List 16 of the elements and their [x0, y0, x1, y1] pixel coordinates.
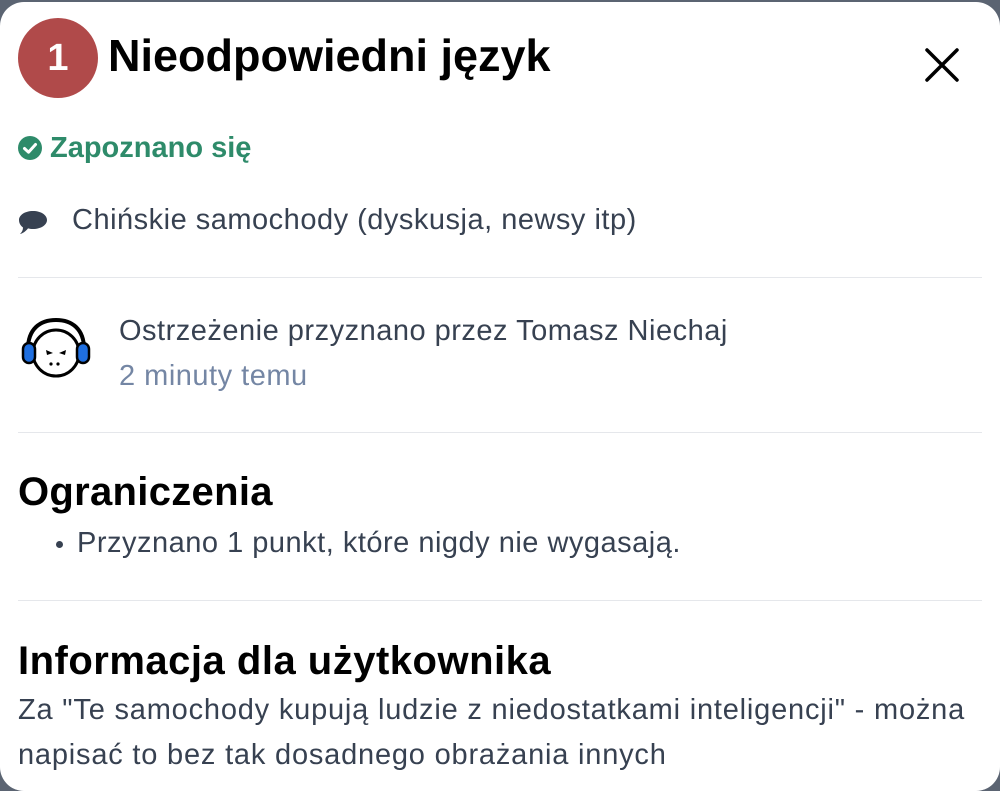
status-label: Zapoznano się — [50, 131, 252, 165]
warning-time: 2 minuty temu — [119, 359, 308, 394]
close-button[interactable] — [924, 47, 960, 83]
thread-link[interactable]: Chińskie samochody (dyskusja, newsy itp) — [72, 203, 637, 237]
check-circle-icon — [18, 136, 42, 160]
warning-author-text: Ostrzeżenie przyznano przez Tomasz Niechaj — [119, 314, 728, 349]
user-note-heading: Informacja dla użytkownika — [18, 638, 552, 685]
close-icon — [925, 48, 959, 82]
restriction-text: Przyznano 1 punkt, które nigdy nie wygasają. — [77, 526, 681, 562]
restrictions-heading: Ograniczenia — [18, 469, 273, 516]
speech-bubble-icon — [18, 210, 48, 234]
warning-count-badge: 1 — [18, 18, 98, 98]
user-note-text: Za "Te samochody kupują ludzie z niedostatkami inteligencji" - można napisać to bez tak dosadnego obrażania innych — [18, 693, 966, 773]
dialog-title: Nieodpowiedni język — [108, 30, 551, 82]
avatar-icon — [20, 317, 92, 379]
bullet-icon — [56, 540, 63, 548]
